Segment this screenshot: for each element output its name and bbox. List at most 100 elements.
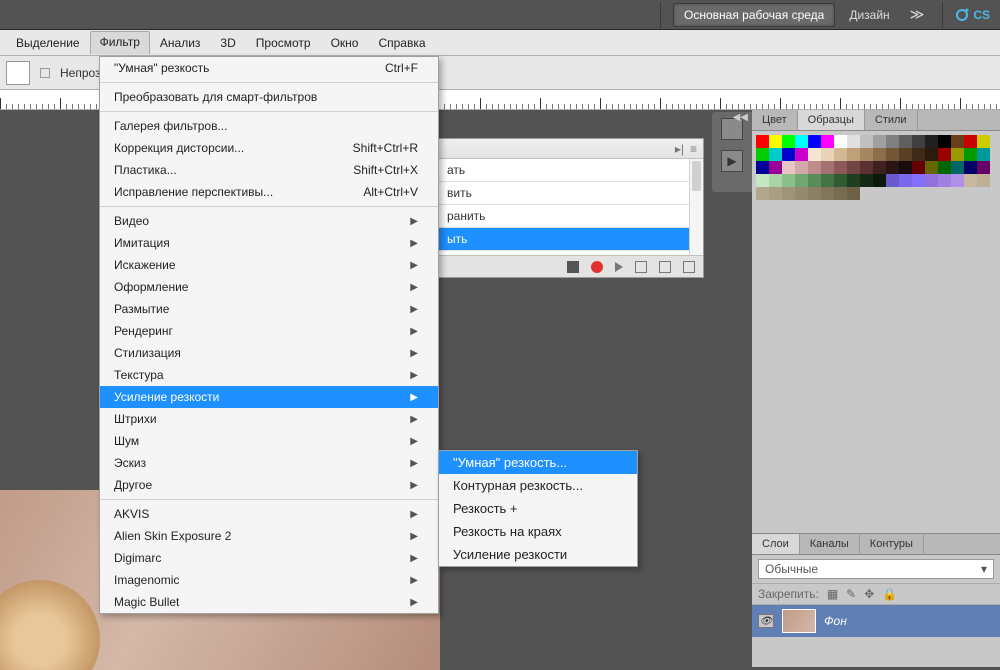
action-item[interactable]: вить: [439, 182, 703, 205]
color-swatch[interactable]: [769, 174, 782, 187]
color-swatch[interactable]: [795, 161, 808, 174]
color-swatch[interactable]: [808, 174, 821, 187]
action-item[interactable]: ыть: [439, 228, 703, 251]
color-swatch[interactable]: [847, 148, 860, 161]
color-swatch[interactable]: [951, 161, 964, 174]
menu-item-category[interactable]: Видео▶: [100, 210, 438, 232]
color-swatch[interactable]: [964, 135, 977, 148]
color-swatch[interactable]: [977, 135, 990, 148]
color-swatch[interactable]: [873, 135, 886, 148]
trash-icon[interactable]: [683, 261, 695, 273]
menu-selection[interactable]: Выделение: [6, 32, 90, 54]
submenu-item-unsharp-mask[interactable]: Контурная резкость...: [439, 474, 637, 497]
tab-channels[interactable]: Каналы: [800, 534, 860, 554]
new-action-icon[interactable]: [659, 261, 671, 273]
menu-item-category[interactable]: Искажение▶: [100, 254, 438, 276]
menu-item-lens-correction[interactable]: Коррекция дисторсии...Shift+Ctrl+R: [100, 137, 438, 159]
color-swatch[interactable]: [756, 148, 769, 161]
menu-item-category[interactable]: Шум▶: [100, 430, 438, 452]
design-link[interactable]: Дизайн: [841, 8, 897, 22]
lock-all-icon[interactable]: 🔒: [882, 587, 897, 601]
menu-filter[interactable]: Фильтр: [90, 31, 150, 54]
menu-view[interactable]: Просмотр: [246, 32, 321, 54]
color-swatch[interactable]: [964, 174, 977, 187]
lock-pixels-icon[interactable]: ▦: [827, 587, 838, 601]
color-swatch[interactable]: [912, 148, 925, 161]
color-swatch[interactable]: [782, 174, 795, 187]
menu-item-plugin[interactable]: Digimarc▶: [100, 547, 438, 569]
color-swatch[interactable]: [808, 187, 821, 200]
actions-scrollbar[interactable]: [689, 159, 703, 255]
menu-item-category[interactable]: Текстура▶: [100, 364, 438, 386]
color-swatch[interactable]: [847, 187, 860, 200]
color-swatch[interactable]: [769, 148, 782, 161]
color-swatch[interactable]: [873, 174, 886, 187]
color-swatch[interactable]: [808, 148, 821, 161]
color-swatch[interactable]: [834, 161, 847, 174]
color-swatch[interactable]: [977, 148, 990, 161]
menu-item-plugin[interactable]: Imagenomic▶: [100, 569, 438, 591]
submenu-item-smart-sharpen[interactable]: "Умная" резкость...: [439, 451, 637, 474]
color-swatch[interactable]: [782, 135, 795, 148]
color-swatch[interactable]: [834, 135, 847, 148]
color-swatch[interactable]: [938, 174, 951, 187]
color-swatch[interactable]: [964, 161, 977, 174]
tab-layers[interactable]: Слои: [752, 534, 800, 554]
color-swatch[interactable]: [847, 161, 860, 174]
color-swatch[interactable]: [977, 174, 990, 187]
color-swatch[interactable]: [821, 161, 834, 174]
color-swatch[interactable]: [782, 161, 795, 174]
color-swatch[interactable]: [795, 135, 808, 148]
color-swatch[interactable]: [821, 187, 834, 200]
tab-paths[interactable]: Контуры: [860, 534, 924, 554]
stop-icon[interactable]: [567, 261, 579, 273]
menu-item-category[interactable]: Штрихи▶: [100, 408, 438, 430]
menu-item-vanishing-point[interactable]: Исправление перспективы...Alt+Ctrl+V: [100, 181, 438, 203]
menu-item-category[interactable]: Другое▶: [100, 474, 438, 496]
tab-color[interactable]: Цвет: [752, 110, 798, 130]
color-swatch[interactable]: [756, 161, 769, 174]
menu-analysis[interactable]: Анализ: [150, 32, 211, 54]
menu-item-category[interactable]: Эскиз▶: [100, 452, 438, 474]
color-swatch[interactable]: [860, 148, 873, 161]
action-item[interactable]: ать: [439, 159, 703, 182]
color-swatch[interactable]: [756, 135, 769, 148]
color-swatch[interactable]: [795, 187, 808, 200]
menu-item-liquify[interactable]: Пластика...Shift+Ctrl+X: [100, 159, 438, 181]
color-swatch[interactable]: [795, 148, 808, 161]
color-swatch[interactable]: [847, 135, 860, 148]
menu-item-filter-gallery[interactable]: Галерея фильтров...: [100, 115, 438, 137]
color-swatch[interactable]: [899, 135, 912, 148]
lock-position-icon[interactable]: ✥: [864, 587, 874, 601]
color-swatch[interactable]: [925, 135, 938, 148]
color-swatch[interactable]: [769, 161, 782, 174]
color-swatch[interactable]: [860, 174, 873, 187]
color-swatch[interactable]: [873, 148, 886, 161]
color-swatch[interactable]: [795, 174, 808, 187]
submenu-item-sharpen-edges[interactable]: Резкость на краях: [439, 520, 637, 543]
color-swatch[interactable]: [808, 161, 821, 174]
preset-dropdown-icon[interactable]: [40, 68, 50, 78]
tab-swatches[interactable]: Образцы: [798, 110, 865, 130]
color-swatch[interactable]: [938, 135, 951, 148]
color-swatch[interactable]: [769, 187, 782, 200]
color-swatch[interactable]: [834, 187, 847, 200]
menu-item-convert-smart[interactable]: Преобразовать для смарт-фильтров: [100, 86, 438, 108]
color-swatch[interactable]: [925, 148, 938, 161]
submenu-item-sharpen[interactable]: Усиление резкости: [439, 543, 637, 566]
tab-styles[interactable]: Стили: [865, 110, 918, 130]
color-swatch[interactable]: [860, 161, 873, 174]
layer-thumbnail[interactable]: [782, 609, 816, 633]
menu-item-plugin[interactable]: Magic Bullet▶: [100, 591, 438, 613]
color-swatch[interactable]: [782, 187, 795, 200]
color-swatch[interactable]: [834, 148, 847, 161]
panel-collapse-arrow-icon[interactable]: ◀◀: [733, 112, 748, 123]
color-swatch[interactable]: [808, 135, 821, 148]
color-swatch[interactable]: [912, 174, 925, 187]
new-set-icon[interactable]: [635, 261, 647, 273]
color-swatch[interactable]: [951, 174, 964, 187]
color-swatch[interactable]: [782, 148, 795, 161]
color-swatch[interactable]: [925, 161, 938, 174]
color-swatch[interactable]: [938, 161, 951, 174]
color-swatch[interactable]: [899, 148, 912, 161]
